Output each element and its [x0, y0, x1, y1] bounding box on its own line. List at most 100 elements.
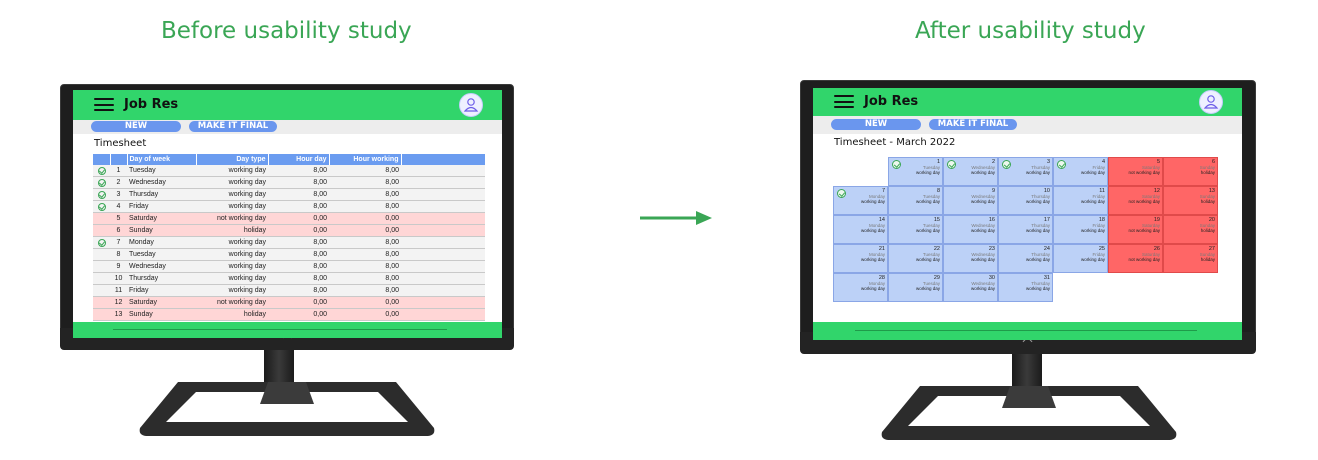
- day-number: 30: [988, 275, 995, 281]
- day-type-label: working day: [915, 170, 940, 175]
- hamburger-menu-icon[interactable]: [834, 95, 854, 108]
- calendar-day-cell[interactable]: 11 Friday working day: [1053, 186, 1108, 215]
- row-index: 5: [110, 212, 127, 225]
- day-type-cell: not working day: [196, 296, 268, 309]
- table-row[interactable]: 4 Friday working day 8,00 8,00: [93, 200, 485, 213]
- day-number: 26: [1153, 246, 1160, 252]
- day-type-label: working day: [1025, 199, 1050, 204]
- table-row[interactable]: 12 Saturday not working day 0,00 0,00: [93, 296, 485, 309]
- user-avatar-icon[interactable]: [459, 93, 483, 117]
- new-button[interactable]: NEW: [831, 119, 921, 130]
- calendar-day-cell[interactable]: 24 Thursday working day: [998, 244, 1053, 273]
- row-index: 10: [110, 272, 127, 285]
- footer-divider: [113, 329, 447, 330]
- after-screen: Job Res NEW MAKE IT FINAL Timesheet - Ma…: [813, 88, 1242, 340]
- day-type-cell: working day: [196, 248, 268, 261]
- calendar-day-cell[interactable]: 12 Saturday not working day: [1108, 186, 1163, 215]
- make-it-final-button[interactable]: MAKE IT FINAL: [189, 121, 277, 132]
- row-index: 13: [110, 308, 127, 321]
- calendar-day-cell[interactable]: 31 Thursday working day: [998, 273, 1053, 302]
- day-type-label: working day: [915, 228, 940, 233]
- calendar-day-cell[interactable]: 20 Sunday holiday: [1163, 215, 1218, 244]
- calendar-day-cell[interactable]: 29 Tuesday working day: [888, 273, 943, 302]
- table-row[interactable]: 8 Tuesday working day 8,00 8,00: [93, 248, 485, 261]
- calendar-day-cell[interactable]: 22 Tuesday working day: [888, 244, 943, 273]
- calendar-day-cell[interactable]: 9 Wednesday working day: [943, 186, 998, 215]
- table-row[interactable]: 2 Wednesday working day 8,00 8,00: [93, 176, 485, 189]
- day-of-week-cell: Saturday: [127, 212, 196, 225]
- day-type-cell: working day: [196, 236, 268, 249]
- header-filler: [401, 154, 486, 165]
- row-index: 4: [110, 200, 127, 213]
- day-number: 21: [878, 246, 885, 252]
- day-type-label: working day: [1025, 286, 1050, 291]
- column-header: Day type: [196, 154, 269, 165]
- hamburger-menu-icon[interactable]: [94, 98, 114, 111]
- hour-day-cell: 8,00: [268, 248, 329, 261]
- day-type-cell: not working day: [196, 212, 268, 225]
- table-row[interactable]: 11 Friday working day 8,00 8,00: [93, 284, 485, 297]
- calendar-day-cell[interactable]: 14 Monday working day: [833, 215, 888, 244]
- calendar-day-cell[interactable]: 1 Tuesday working day: [888, 157, 943, 186]
- calendar-day-cell[interactable]: 3 Thursday working day: [998, 157, 1053, 186]
- day-type-label: holiday: [1200, 228, 1215, 233]
- hour-day-cell: 8,00: [268, 188, 329, 201]
- table-row[interactable]: 6 Sunday holiday 0,00 0,00: [93, 224, 485, 237]
- check-circle-icon: [97, 190, 106, 199]
- day-number: 24: [1043, 246, 1050, 252]
- day-type-label: working day: [970, 228, 995, 233]
- hour-working-cell: 8,00: [329, 236, 401, 249]
- day-number: 19: [1153, 217, 1160, 223]
- calendar-day-cell[interactable]: 15 Tuesday working day: [888, 215, 943, 244]
- hour-day-cell: 8,00: [268, 236, 329, 249]
- header-check: [93, 154, 111, 165]
- filler-cell: [401, 272, 485, 285]
- filler-cell: [401, 248, 485, 261]
- after-monitor: Job Res NEW MAKE IT FINAL Timesheet - Ma…: [800, 80, 1256, 444]
- calendar-day-cell[interactable]: 27 Sunday holiday: [1163, 244, 1218, 273]
- filler-cell: [401, 224, 485, 237]
- calendar-day-cell[interactable]: 26 Saturday not working day: [1108, 244, 1163, 273]
- calendar-day-cell[interactable]: 4 Friday working day: [1053, 157, 1108, 186]
- table-row[interactable]: 10 Thursday working day 8,00 8,00: [93, 272, 485, 285]
- row-check-cell: [93, 165, 110, 177]
- calendar-day-cell[interactable]: 17 Thursday working day: [998, 215, 1053, 244]
- calendar-day-cell[interactable]: 7 Monday working day: [833, 186, 888, 215]
- calendar-day-cell[interactable]: 19 Saturday not working day: [1108, 215, 1163, 244]
- new-button[interactable]: NEW: [91, 121, 181, 132]
- calendar-day-cell[interactable]: 10 Thursday working day: [998, 186, 1053, 215]
- table-row[interactable]: 13 Sunday holiday 0,00 0,00: [93, 308, 485, 321]
- day-of-week-cell: Sunday: [127, 224, 196, 237]
- table-row[interactable]: 5 Saturday not working day 0,00 0,00: [93, 212, 485, 225]
- day-type-label: working day: [860, 199, 885, 204]
- before-heading: Before usability study: [161, 18, 412, 44]
- day-number: 23: [988, 246, 995, 252]
- calendar-day-cell[interactable]: 8 Tuesday working day: [888, 186, 943, 215]
- day-number: 16: [988, 217, 995, 223]
- table-row[interactable]: 1 Tuesday working day 8,00 8,00: [93, 165, 485, 177]
- calendar-day-cell[interactable]: 5 Saturday not working day: [1108, 157, 1163, 186]
- day-number: 29: [933, 275, 940, 281]
- day-type-label: working day: [970, 199, 995, 204]
- make-it-final-button[interactable]: MAKE IT FINAL: [929, 119, 1017, 130]
- user-avatar-icon[interactable]: [1199, 90, 1223, 114]
- calendar-day-cell[interactable]: 21 Monday working day: [833, 244, 888, 273]
- calendar-day-cell[interactable]: 18 Friday working day: [1053, 215, 1108, 244]
- table-row[interactable]: 7 Monday working day 8,00 8,00: [93, 236, 485, 249]
- table-row[interactable]: 3 Thursday working day 8,00 8,00: [93, 188, 485, 201]
- right-arrow-icon: [640, 211, 712, 225]
- row-check-cell: [93, 224, 110, 237]
- calendar-day-cell[interactable]: 30 Wednesday working day: [943, 273, 998, 302]
- hour-day-cell: 8,00: [268, 272, 329, 285]
- filler-cell: [401, 284, 485, 297]
- hour-working-cell: 8,00: [329, 248, 401, 261]
- calendar-day-cell[interactable]: 16 Wednesday working day: [943, 215, 998, 244]
- calendar-day-cell[interactable]: 2 Wednesday working day: [943, 157, 998, 186]
- table-row[interactable]: 9 Wednesday working day 8,00 8,00: [93, 260, 485, 273]
- calendar-day-cell[interactable]: 13 Sunday holiday: [1163, 186, 1218, 215]
- calendar-day-cell[interactable]: 25 Friday working day: [1053, 244, 1108, 273]
- day-type-label: working day: [1025, 257, 1050, 262]
- calendar-day-cell[interactable]: 23 Wednesday working day: [943, 244, 998, 273]
- calendar-day-cell[interactable]: 6 Sunday holiday: [1163, 157, 1218, 186]
- calendar-day-cell[interactable]: 28 Monday working day: [833, 273, 888, 302]
